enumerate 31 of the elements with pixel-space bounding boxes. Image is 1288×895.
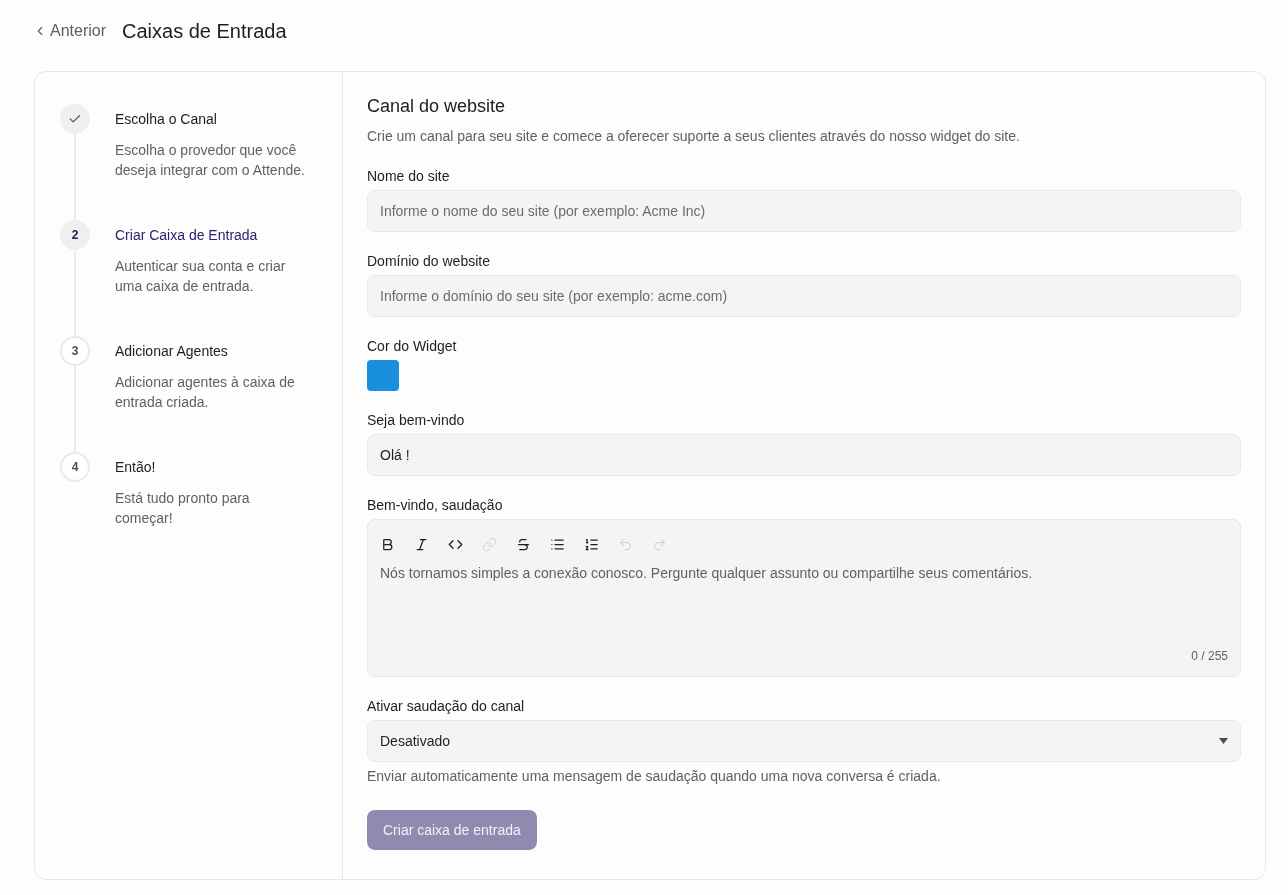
field-label: Ativar saudação do canal (367, 697, 526, 716)
message-editor[interactable]: Nós tornamos simples a conexão conosco. Pergunte qualquer assunto ou compartilhe seus comentários. 0 / 255 (367, 519, 1241, 677)
text-input[interactable]: Olá ! (367, 434, 1241, 476)
text-input[interactable]: Informe o domínio do seu site (por exemplo: acme.com) (367, 275, 1241, 317)
help-text: Enviar automaticamente uma mensagem de saudação quando uma nova conversa é criada. (367, 767, 942, 786)
field-label: Seja bem-vindo (367, 411, 466, 430)
step-description: Adicionar agentes à caixa de entrada criada. (115, 373, 296, 412)
field-label: Domínio do website (367, 252, 491, 271)
dropdown[interactable]: Desativado (367, 720, 1241, 762)
step-title: Então! (115, 458, 157, 477)
color-swatch-icon[interactable] (367, 360, 399, 391)
step-title: Escolha o Canal (115, 110, 218, 129)
section-title: Canal do website (367, 95, 507, 118)
step-description: Está tudo pronto para começar! (115, 489, 251, 528)
caret-icon (1219, 738, 1228, 744)
step-description: Autenticar sua conta e criar uma caixa de entrada. (115, 257, 287, 296)
field-label: Cor do Widget (367, 337, 458, 356)
field-label: Nome do site (367, 167, 451, 186)
character-counter: 0 / 255 (1191, 648, 1228, 664)
step-title: Adicionar Agentes (115, 342, 229, 361)
step-number: 2 (60, 220, 90, 250)
step-number: 4 (60, 452, 90, 482)
back-button[interactable]: Anterior (33, 17, 107, 45)
step-description: Escolha o provedor que você deseja integrar com o Attende. (115, 141, 306, 180)
editor-placeholder: Nós tornamos simples a conexão conosco. Pergunte qualquer assunto ou compartilhe seus comentários. (380, 565, 1033, 581)
field-label: Bem-vindo, saudação (367, 496, 504, 515)
text-input[interactable]: Informe o nome do seu site (por exemplo: Acme Inc) (367, 190, 1241, 232)
page-title: Caixas de Entrada (122, 19, 287, 44)
step-title: Criar Caixa de Entrada (115, 226, 259, 245)
step-number: 3 (60, 336, 90, 366)
section-description: Crie um canal para seu site e comece a oferecer suporte a seus clientes através do nosso widget do site. (367, 127, 1021, 146)
